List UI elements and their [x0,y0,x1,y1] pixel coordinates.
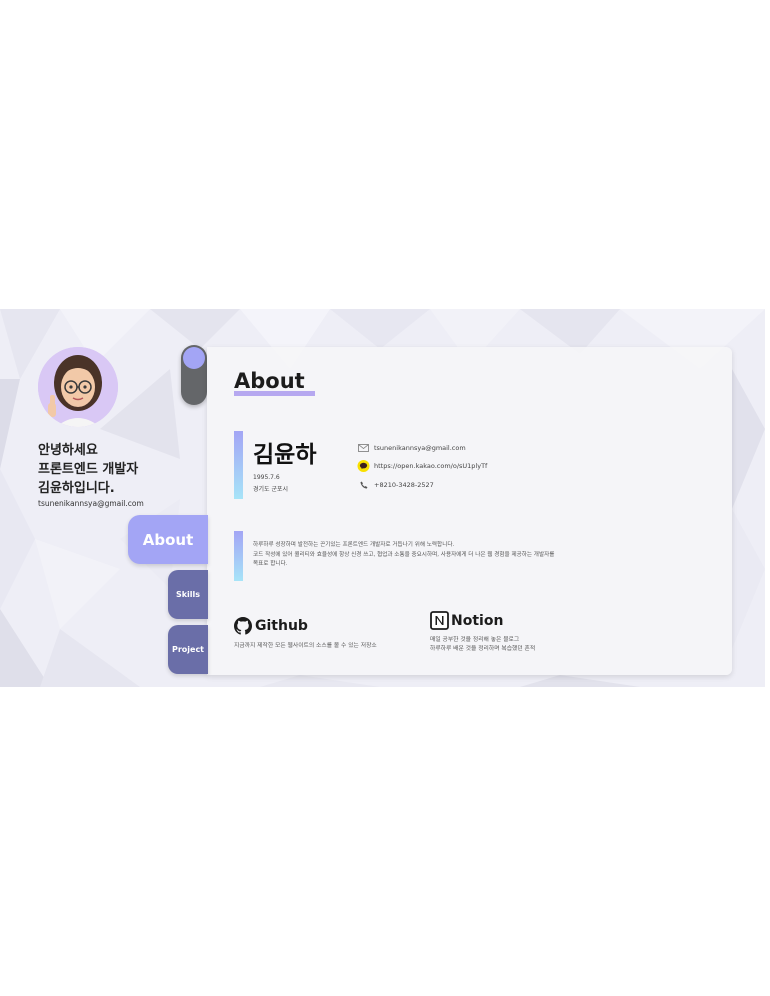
tab-project[interactable]: Project [168,625,208,674]
theme-toggle-knob [183,347,205,369]
notion-icon [430,611,449,630]
tab-about[interactable]: About [128,515,208,564]
notion-link[interactable]: Notion [430,611,503,630]
intro-line-2: 코드 작성에 있어 퀄리티와 효율성에 항상 신경 쓰고, 협업과 소통을 중요… [253,551,555,558]
intro-line-3: 목표로 합니다. [253,561,288,567]
contact-phone-text: +8210-3428-2527 [374,481,434,489]
notion-description-2: 하루하루 배운 것을 정리하며 복습했던 흔적 [430,646,536,652]
avatar-illustration [38,347,118,427]
profile-accent-bar [234,431,243,499]
about-card: About 김윤하 1995.7.6 경기도 군포시 tsunenikannsy… [207,347,732,675]
contact-kakao[interactable]: https://open.kakao.com/o/sU1plyTf [357,460,487,472]
tab-skills[interactable]: Skills [168,570,208,619]
theme-toggle[interactable] [181,345,207,405]
greeting-text: 안녕하세요 프론트엔드 개발자 김윤하입니다. [38,441,138,498]
scrollbar-track [765,309,770,687]
profile-name: 김윤하 [253,442,317,468]
greeting-line-1: 안녕하세요 [38,443,98,458]
github-label: Github [255,618,308,634]
kakao-chat-icon [357,460,370,472]
phone-icon [357,479,370,491]
greeting-line-3: 김윤하입니다. [38,481,115,496]
mail-icon [357,442,370,454]
notion-label: Notion [451,612,504,629]
github-icon [234,617,252,635]
sidebar-email[interactable]: tsunenikannsya@gmail.com [38,499,144,508]
contact-phone[interactable]: +8210-3428-2527 [357,479,434,491]
github-description: 지금까지 제작한 모든 웹사이트의 소스를 볼 수 있는 저장소 [234,643,377,649]
notion-description-1: 매일 공부한 것을 정리해 놓은 블로그 [430,637,520,643]
contact-email-text: tsunenikannsya@gmail.com [374,444,466,452]
contact-email[interactable]: tsunenikannsya@gmail.com [357,442,466,454]
portfolio-page: 안녕하세요 프론트엔드 개발자 김윤하입니다. tsunenikannsya@g… [0,309,770,687]
location: 경기도 군포시 [253,486,289,493]
contact-kakao-text: https://open.kakao.com/o/sU1plyTf [374,462,488,470]
intro-line-1: 하루하루 성장하며 발전하는 끈기있는 프론트엔드 개발자로 거듭나기 위해 노… [253,542,455,548]
description-accent-bar [234,531,243,581]
intro-description: 하루하루 성장하며 발전하는 끈기있는 프론트엔드 개발자로 거듭나기 위해 노… [253,541,653,570]
github-link[interactable]: Github [234,617,308,635]
profile-avatar [38,347,118,427]
section-title: About [234,369,305,393]
greeting-line-2: 프론트엔드 개발자 [38,462,139,477]
birth-date: 1995.7.6 [253,474,280,481]
